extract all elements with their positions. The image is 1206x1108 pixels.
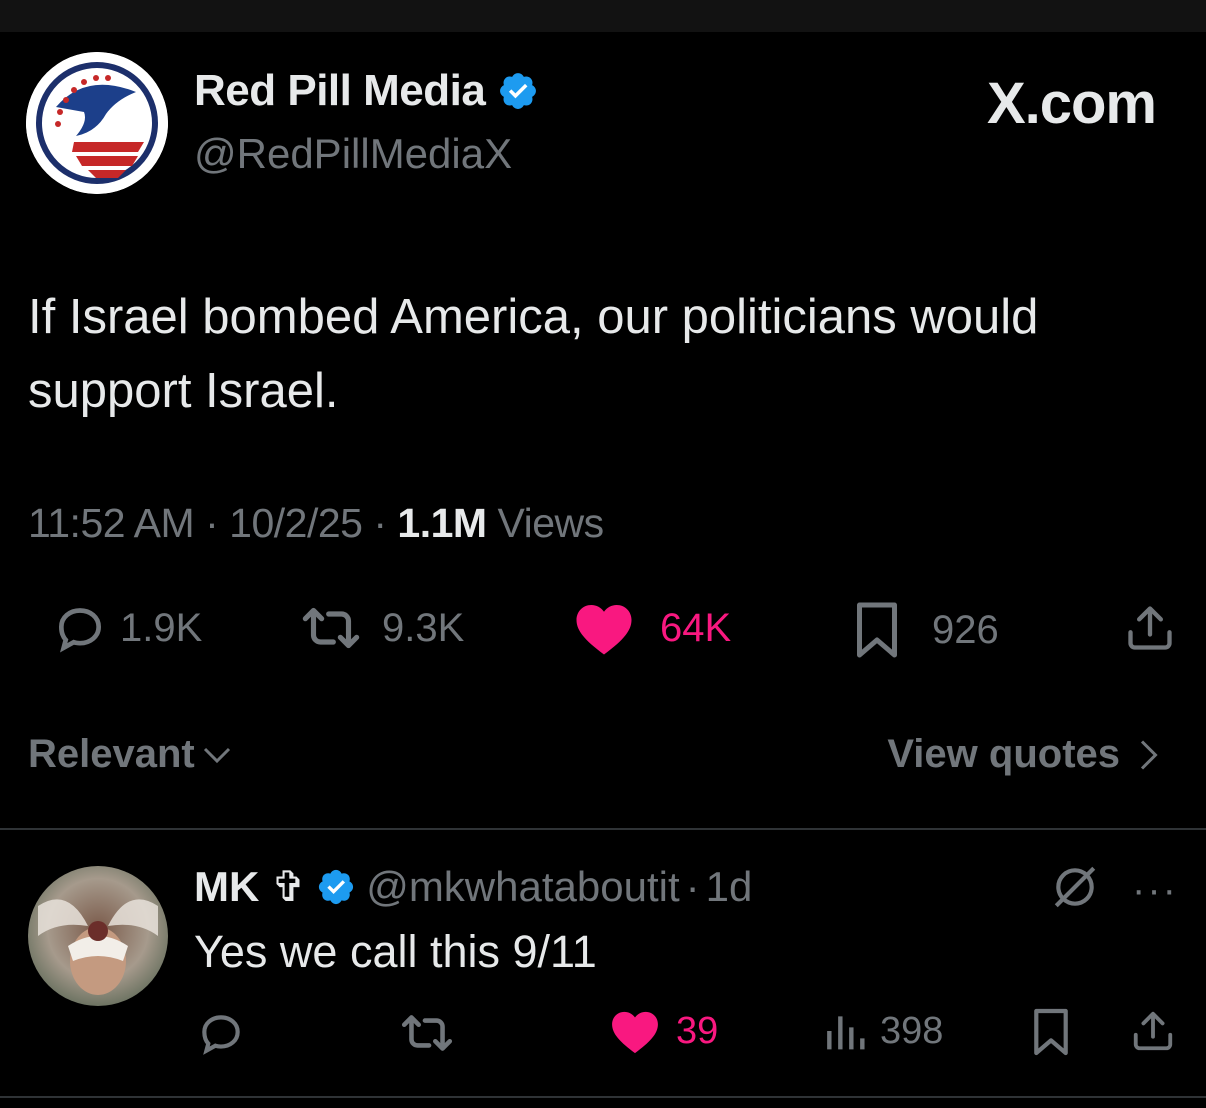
share-icon bbox=[1133, 1011, 1173, 1051]
chevron-down-icon bbox=[203, 747, 230, 763]
views-label[interactable]: Views bbox=[497, 500, 604, 546]
reply-view-count: 398 bbox=[880, 1009, 944, 1052]
reply-avatar[interactable] bbox=[28, 866, 168, 1006]
repost-icon bbox=[401, 1015, 453, 1051]
author-name-row[interactable]: Red Pill Media bbox=[194, 66, 539, 116]
grok-icon bbox=[1054, 866, 1096, 908]
grok-button[interactable] bbox=[1050, 862, 1100, 917]
heart-icon bbox=[576, 605, 632, 655]
reply-author-handle[interactable]: @mkwhataboutit bbox=[366, 863, 679, 911]
reply-author-name[interactable]: MK ✞ bbox=[194, 862, 306, 911]
reply-repost-button[interactable] bbox=[398, 1008, 456, 1058]
like-count: 64K bbox=[660, 605, 732, 650]
watermark: X.com bbox=[986, 71, 1157, 136]
analytics-icon bbox=[827, 1016, 865, 1050]
repost-icon bbox=[302, 607, 360, 649]
divider bbox=[0, 828, 1206, 830]
reply-icon bbox=[202, 1015, 240, 1055]
reply-header: MK ✞ @mkwhataboutit · 1d bbox=[194, 862, 752, 911]
author-handle[interactable]: @RedPillMediaX bbox=[194, 130, 512, 178]
reply-reply-button[interactable] bbox=[196, 1008, 246, 1058]
post-meta: 11:52 AM · 10/2/25 · 1.1M Views bbox=[28, 500, 604, 547]
bookmark-button[interactable]: 926 bbox=[852, 600, 999, 660]
reply-share-button[interactable] bbox=[1130, 1006, 1176, 1056]
reply-text: Yes we call this 9/11 bbox=[194, 926, 597, 977]
view-quotes-link[interactable]: View quotes bbox=[887, 732, 1166, 777]
share-icon bbox=[1128, 606, 1172, 650]
repost-count: 9.3K bbox=[382, 605, 465, 650]
reply-age: 1d bbox=[705, 862, 753, 910]
author-name[interactable]: Red Pill Media bbox=[194, 66, 486, 116]
divider bbox=[0, 1096, 1206, 1098]
reply-like-count: 39 bbox=[676, 1009, 719, 1052]
verified-icon bbox=[500, 73, 537, 109]
bookmark-icon bbox=[857, 602, 897, 658]
bookmark-icon bbox=[1034, 1008, 1068, 1056]
sort-label: Relevant bbox=[28, 732, 195, 776]
post-date: 10/2/25 bbox=[229, 500, 363, 546]
more-options-button[interactable]: ··· bbox=[1132, 868, 1178, 913]
bookmark-count: 926 bbox=[932, 607, 999, 652]
reply-icon bbox=[58, 608, 102, 653]
chevron-right-icon bbox=[1140, 739, 1158, 770]
views-count: 1.1M bbox=[397, 500, 487, 546]
reply-button[interactable]: 1.9K bbox=[52, 600, 202, 656]
status-bar-strip bbox=[0, 0, 1206, 32]
share-button[interactable] bbox=[1124, 600, 1176, 656]
verified-icon bbox=[319, 869, 354, 904]
view-quotes-label: View quotes bbox=[887, 732, 1120, 776]
reply-count: 1.9K bbox=[120, 605, 203, 650]
meta-separator: · bbox=[685, 862, 700, 910]
author-avatar[interactable] bbox=[26, 52, 168, 194]
heart-icon bbox=[612, 1011, 658, 1054]
sort-dropdown[interactable]: Relevant bbox=[28, 732, 235, 777]
meta-separator: · bbox=[373, 500, 387, 546]
post-time: 11:52 AM bbox=[28, 500, 195, 546]
reply-analytics-button[interactable]: 398 bbox=[822, 1008, 943, 1054]
repost-button[interactable]: 9.3K bbox=[298, 600, 464, 656]
reply-like-button[interactable]: 39 bbox=[610, 1008, 718, 1054]
reply-bookmark-button[interactable] bbox=[1030, 1006, 1072, 1058]
post-text: If Israel bombed America, our politician… bbox=[28, 290, 1039, 418]
like-button[interactable]: 64K bbox=[574, 600, 731, 656]
meta-separator: · bbox=[205, 500, 219, 546]
